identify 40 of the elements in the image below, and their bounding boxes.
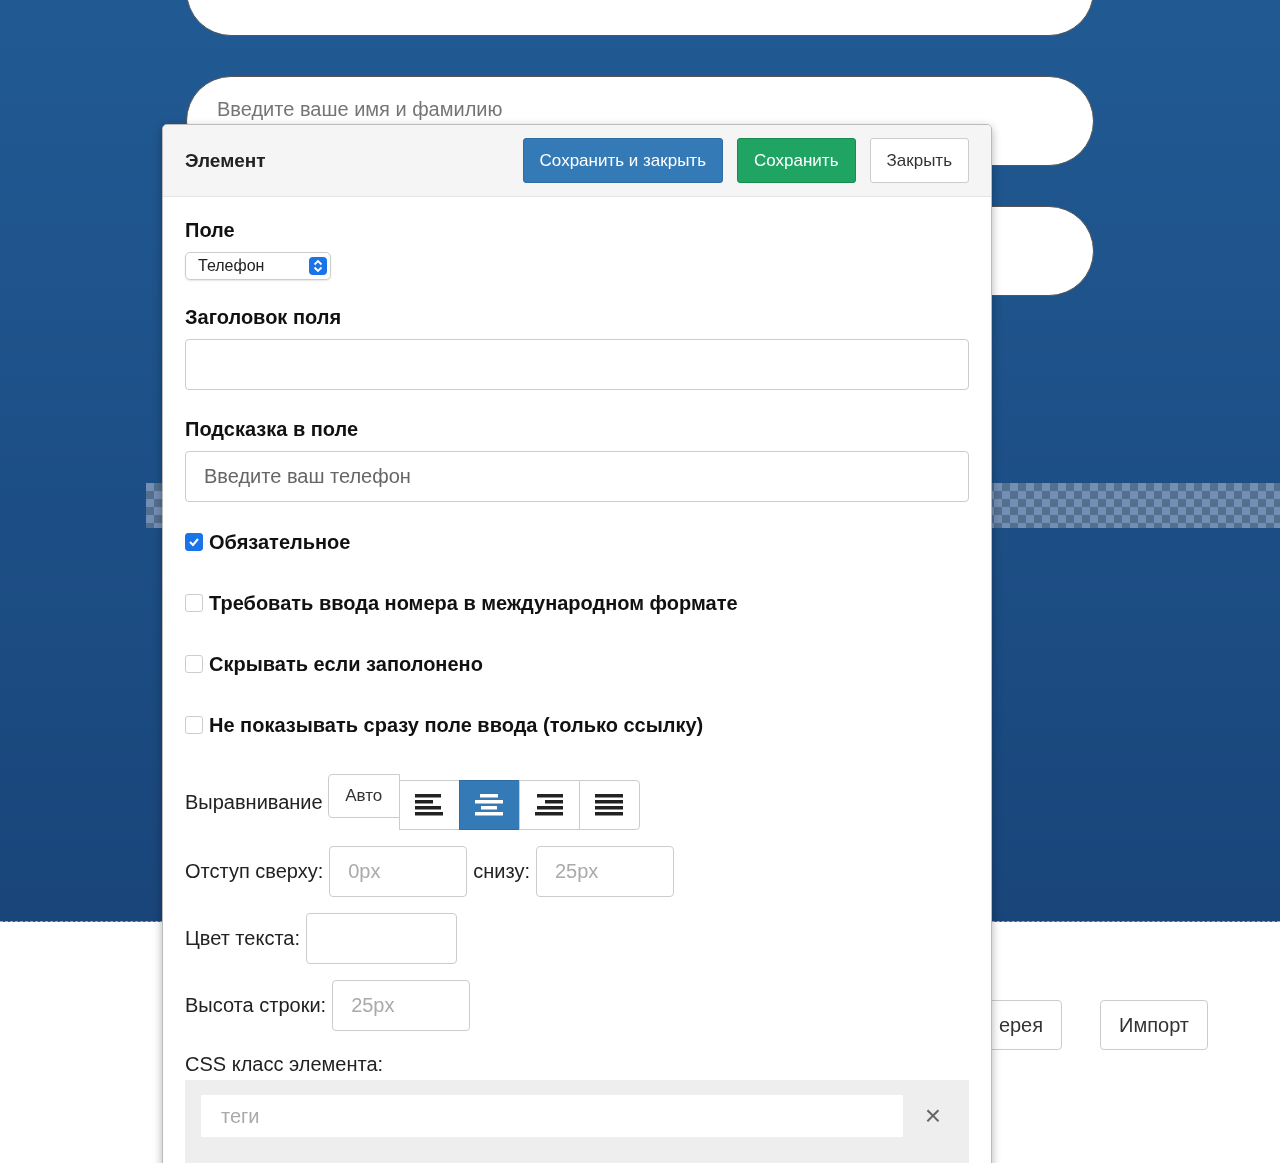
checkbox[interactable] bbox=[185, 594, 203, 612]
checkbox-label: Обязательное bbox=[209, 530, 351, 554]
align-justify-button[interactable] bbox=[578, 780, 640, 830]
checkbox-label: Скрывать если заполонено bbox=[209, 652, 483, 676]
field-label: Подсказка в поле bbox=[185, 418, 360, 441]
css-class-label: CSS класс элемента: bbox=[185, 1053, 385, 1076]
page-button[interactable]: Импорт bbox=[1100, 1000, 1208, 1050]
field-label: Поле bbox=[185, 219, 236, 242]
margin-bottom-input[interactable]: 25px bbox=[535, 846, 674, 897]
align-label: Выравнивание bbox=[185, 790, 323, 814]
line-height-input[interactable]: 25px bbox=[332, 980, 471, 1031]
field-label: Заголовок поля bbox=[185, 306, 343, 329]
field-select[interactable]: Телефон bbox=[185, 252, 331, 280]
align-right-button[interactable] bbox=[518, 780, 580, 830]
align-left-button[interactable] bbox=[398, 780, 460, 830]
tags-input[interactable]: теги bbox=[201, 1095, 903, 1137]
checkbox-label: Не показывать сразу поле ввода (только ссылку) bbox=[209, 713, 704, 737]
checkmark-icon bbox=[188, 536, 200, 548]
checkbox[interactable] bbox=[185, 655, 203, 673]
checkbox-label: Требовать ввода номера в международном формате bbox=[209, 591, 738, 615]
margin-bottom-label: снизу: bbox=[473, 860, 530, 883]
color-label: Цвет текста: bbox=[185, 927, 301, 950]
clear-button[interactable]: × bbox=[912, 1095, 953, 1137]
hint-input[interactable]: Введите ваш телефон bbox=[185, 451, 969, 502]
align-left-icon bbox=[415, 794, 444, 816]
title-input[interactable] bbox=[185, 339, 969, 390]
checkbox[interactable] bbox=[185, 716, 203, 734]
align-center-icon bbox=[475, 794, 504, 816]
margin-top-input[interactable]: 0px bbox=[329, 846, 468, 897]
color-input[interactable] bbox=[306, 913, 458, 964]
align-auto-button[interactable]: Авто bbox=[327, 774, 400, 818]
dialog-button[interactable]: Сохранить и закрыть bbox=[522, 138, 724, 183]
align-center-button[interactable] bbox=[458, 780, 520, 830]
line-height-label: Высота строки: bbox=[185, 994, 327, 1017]
dialog-button[interactable]: Закрыть bbox=[869, 138, 969, 183]
align-justify-icon bbox=[595, 794, 624, 816]
align-right-icon bbox=[535, 794, 564, 816]
checkbox[interactable] bbox=[185, 533, 203, 551]
margin-top-label: Отступ сверху: bbox=[185, 860, 324, 883]
select-arrows-icon bbox=[309, 257, 327, 275]
